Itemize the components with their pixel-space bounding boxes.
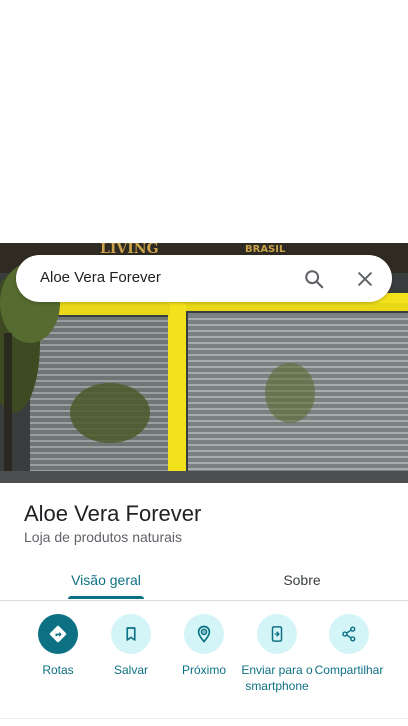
directions-icon [49,625,67,643]
directions-icon-circle[interactable] [38,614,78,654]
nearby-label: Próximo [181,663,226,677]
send-to-phone-icon [271,626,283,642]
divider [0,718,408,719]
tab-about[interactable]: Sobre [262,560,342,600]
place-category[interactable]: Loja de produtos naturais [24,529,182,545]
tab-overview[interactable]: Visão geral [68,560,144,600]
nearby-button[interactable]: Próximo [166,614,242,678]
send-to-phone-button[interactable]: Enviar para o smartphone [239,614,315,694]
share-label: Compartilhar [314,663,384,677]
nearby-icon-circle[interactable] [184,614,224,654]
share-icon [342,626,356,642]
place-title: Aloe Vera Forever [24,501,202,526]
save-icon-circle[interactable] [111,614,151,654]
share-button[interactable]: Compartilhar [311,614,387,678]
search-button[interactable] [300,265,328,293]
search-icon [305,270,324,289]
nearby-icon [197,625,211,643]
place-tabs: Visão geral Sobre [0,560,408,601]
save-label: Salvar [113,663,148,677]
close-icon [358,272,372,286]
share-icon-circle[interactable] [329,614,369,654]
action-buttons: Rotas Salvar Próximo Enviar para o smart… [0,614,408,714]
search-input[interactable]: Aloe Vera Forever [40,269,161,286]
send-to-phone-label: Enviar para o smartphone [241,663,313,693]
sign-text-right: BRASIL [245,244,286,255]
search-bar[interactable]: Aloe Vera Forever [16,255,392,302]
directions-label: Rotas [42,663,74,677]
send-to-phone-icon-circle[interactable] [257,614,297,654]
save-button[interactable]: Salvar [93,614,169,678]
clear-search-button[interactable] [351,265,379,293]
maps-place-page: LIVING BRASIL Aloe Vera Forever Aloe Ver… [0,0,408,726]
tab-selected-indicator [68,596,144,599]
bookmark-icon [126,627,136,641]
directions-button[interactable]: Rotas [20,614,96,678]
